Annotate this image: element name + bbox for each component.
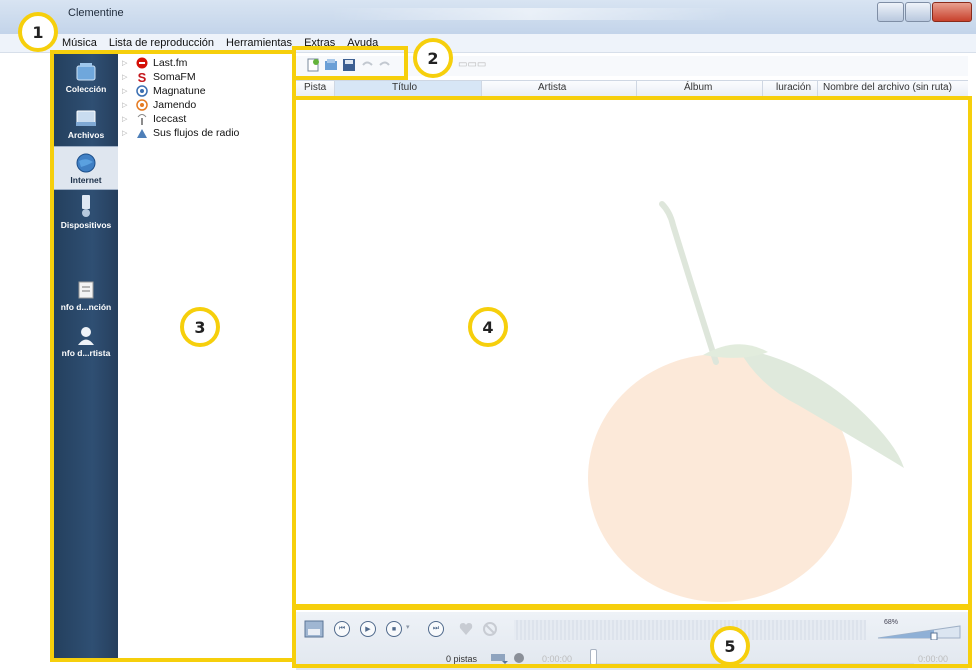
- annotation-box-5: [292, 604, 972, 668]
- window-title: Clementine: [68, 7, 124, 19]
- playlist-filter-input[interactable]: ▭▭▭: [458, 59, 486, 70]
- menu-musica[interactable]: Música: [62, 37, 97, 49]
- annotation-badge-1: 1: [18, 12, 58, 52]
- close-button[interactable]: [932, 2, 973, 22]
- column-separator: [817, 81, 818, 97]
- column-separator: [481, 81, 482, 97]
- annotation-box-2: [292, 46, 408, 80]
- column-title[interactable]: Título: [392, 82, 417, 93]
- maximize-button[interactable]: [904, 2, 932, 22]
- annotation-badge-3: 3: [180, 307, 220, 347]
- annotation-box-4: [292, 96, 972, 610]
- title-bar: Clementine: [0, 0, 976, 34]
- column-artist[interactable]: Artista: [538, 82, 566, 93]
- menu-playlist[interactable]: Lista de reproducción: [109, 37, 214, 49]
- annotation-badge-2: 2: [413, 38, 453, 78]
- minimize-button[interactable]: [877, 2, 904, 22]
- menu-tools[interactable]: Herramientas: [226, 37, 292, 49]
- window-buttons: [876, 2, 973, 22]
- title-bar-glow: [330, 8, 730, 20]
- annotation-badge-5: 5: [710, 626, 750, 666]
- column-separator: [762, 81, 763, 97]
- column-separator: [636, 81, 637, 97]
- column-album[interactable]: Álbum: [684, 82, 712, 93]
- column-duration[interactable]: luración: [776, 82, 811, 93]
- annotation-badge-4: 4: [468, 307, 508, 347]
- column-filename[interactable]: Nombre del archivo (sin ruta): [823, 82, 952, 93]
- column-track[interactable]: Pista: [304, 82, 326, 93]
- annotation-box-3: [50, 50, 296, 662]
